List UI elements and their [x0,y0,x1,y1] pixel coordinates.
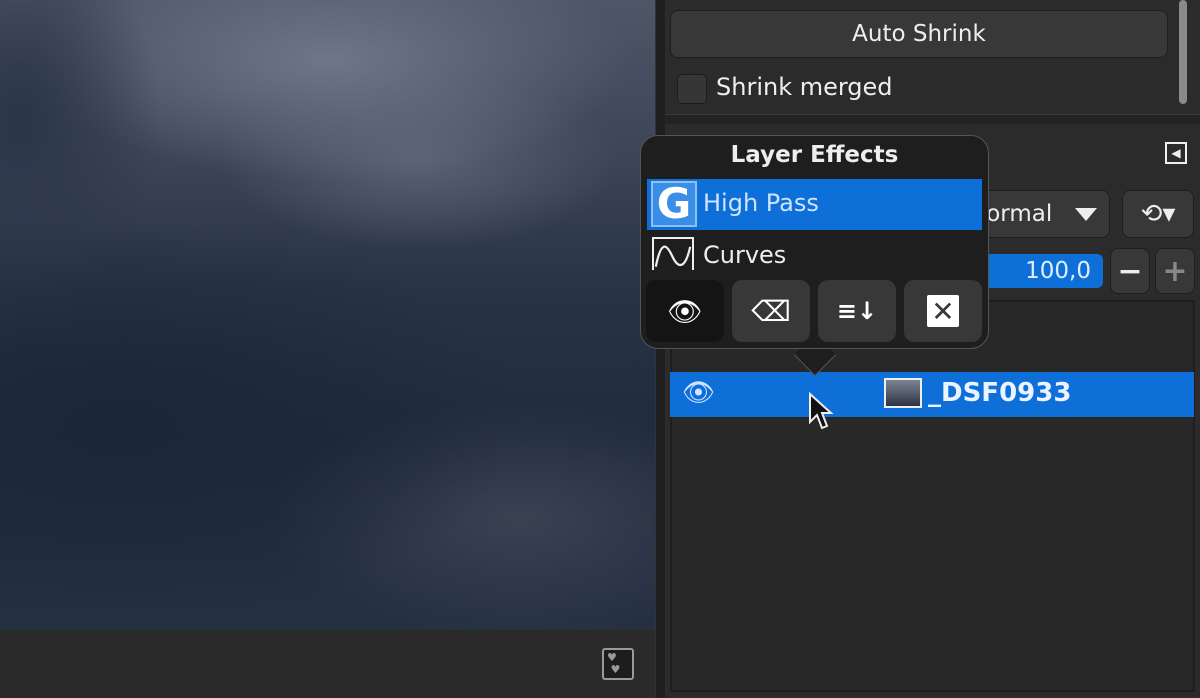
toggle-effect-visibility-button[interactable]: 👁 [646,280,724,342]
close-icon: ✕ [927,295,959,328]
popover-title: Layer Effects [730,142,899,168]
layer-thumbnail [884,378,922,408]
effect-label: Curves [703,241,787,269]
merge-down-icon: ≡↓ [836,297,878,325]
mouse-cursor-icon [809,392,834,430]
opacity-decrease-button[interactable]: − [1110,248,1150,294]
shrink-merged-checkbox[interactable] [677,74,707,104]
backspace-icon: ⌫ [751,294,791,328]
shrink-merged-label: Shrink merged [716,73,893,101]
reset-icon: ⟲▾ [1140,199,1176,229]
navigation-icon[interactable]: ♥ ♥ [602,648,634,680]
layers-list [670,300,1195,692]
composite-mode-button[interactable]: ⟲▾ [1122,190,1194,238]
effect-row-curves[interactable] [647,232,982,270]
delete-effect-button[interactable]: ⌫ [732,280,810,342]
eye-icon: 👁 [667,294,703,328]
chevron-down-icon [1075,208,1097,221]
layer-visibility-eye-icon[interactable]: 👁 [682,378,715,408]
canvas-statusbar [0,630,655,698]
remove-effects-button[interactable]: ✕ [904,280,982,342]
curves-icon [652,237,694,270]
dock-separator [665,114,1200,124]
scrollbar[interactable] [1179,0,1187,104]
merge-effects-button[interactable]: ≡↓ [818,280,896,342]
effect-label: High Pass [703,189,819,217]
pane-divider[interactable] [655,0,665,698]
canvas-shading [0,0,655,630]
gegl-filter-icon: G [651,181,697,227]
opacity-increase-button[interactable]: + [1155,248,1195,294]
auto-shrink-button[interactable]: Auto Shrink [670,10,1168,58]
layer-name[interactable]: _DSF0933 [928,378,1071,408]
collapse-panel-icon[interactable]: ◀ [1165,142,1187,164]
